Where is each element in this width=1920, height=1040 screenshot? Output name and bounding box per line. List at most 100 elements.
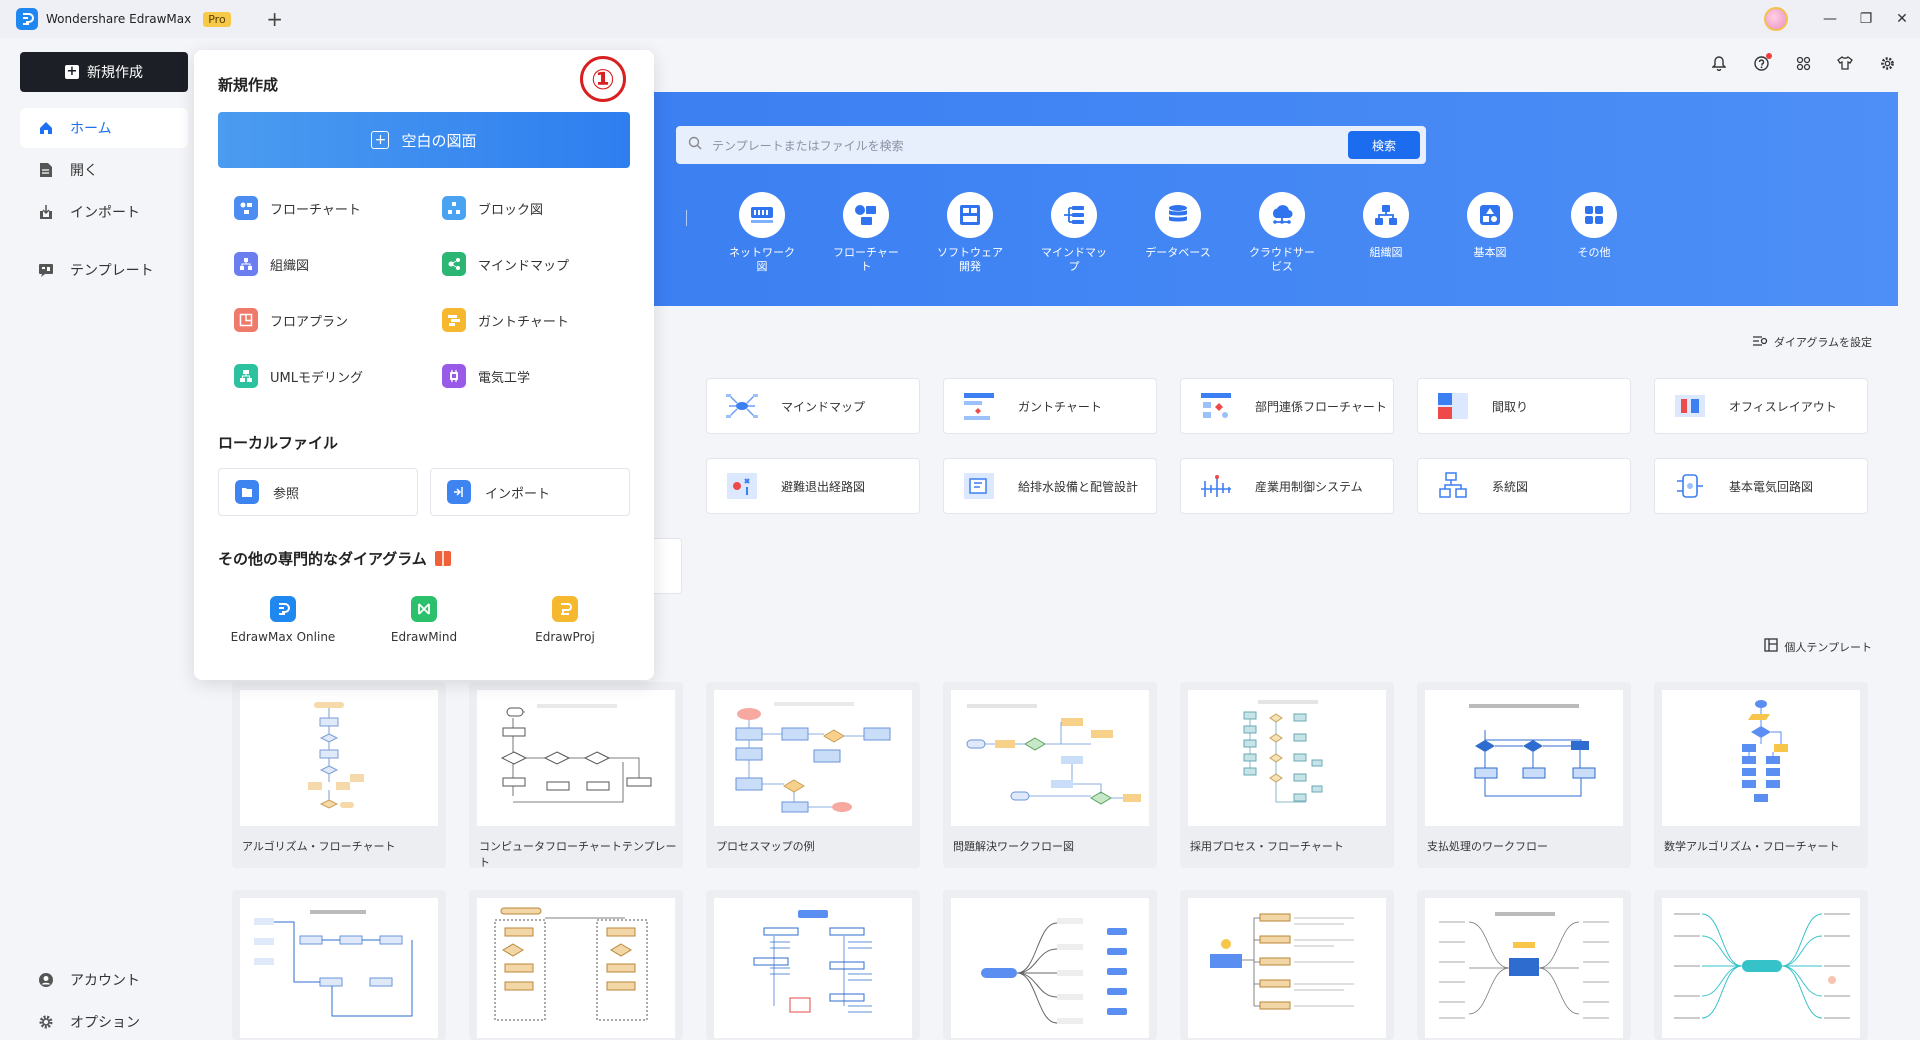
bell-icon[interactable] bbox=[1706, 52, 1732, 74]
title-bar: Wondershare EdrawMax Pro + — ❐ ✕ bbox=[0, 0, 1920, 38]
panel-item-electrical[interactable]: 電気工学 bbox=[442, 364, 530, 388]
template-card[interactable] bbox=[1654, 890, 1868, 1040]
shirt-icon[interactable] bbox=[1832, 52, 1858, 74]
category-database[interactable]: データベース bbox=[1126, 192, 1230, 274]
category-flowchart[interactable]: フローチャート bbox=[814, 192, 918, 274]
panel-item-floor-plan[interactable]: フロアプラン bbox=[234, 308, 348, 332]
help-icon[interactable] bbox=[1748, 52, 1774, 74]
panel-item-org-chart[interactable]: 組織図 bbox=[234, 252, 309, 276]
search-box[interactable]: テンプレートまたはファイルを検索 検索 bbox=[676, 126, 1426, 164]
template-label: コンピュータフローチャートテンプレート bbox=[479, 840, 677, 869]
home-icon bbox=[38, 120, 54, 136]
diagram-card-industrial-control[interactable]: 産業用制御システム bbox=[1180, 458, 1394, 514]
diagram-card-mindmap[interactable]: マインドマップ bbox=[706, 378, 920, 434]
template-card[interactable] bbox=[232, 890, 446, 1040]
product-edrawmind[interactable]: EdrawMind bbox=[369, 596, 479, 644]
template-thumbnail bbox=[240, 898, 438, 1038]
edrawproj-icon bbox=[552, 596, 578, 622]
category-network[interactable]: ネットワーク図 bbox=[710, 192, 814, 274]
diagram-card-label: オフィスレイアウト bbox=[1729, 399, 1837, 414]
category-mindmap[interactable]: マインドマップ bbox=[1022, 192, 1126, 274]
diagram-card-floor-plan[interactable]: 間取り bbox=[1417, 378, 1631, 434]
mindmap-icon bbox=[1051, 192, 1097, 238]
panel-item-gantt[interactable]: ガントチャート bbox=[442, 308, 569, 332]
template-thumbnail bbox=[477, 898, 675, 1038]
import-button[interactable]: インポート bbox=[430, 468, 630, 516]
template-card[interactable] bbox=[1180, 890, 1394, 1040]
block-diagram-icon bbox=[442, 196, 466, 220]
category-other[interactable]: その他 bbox=[1542, 192, 1646, 274]
minimize-button[interactable]: — bbox=[1812, 0, 1848, 38]
category-cloud[interactable]: クラウドサービス bbox=[1230, 192, 1334, 274]
panel-item-flowchart[interactable]: フローチャート bbox=[234, 196, 361, 220]
floor-plan-icon bbox=[234, 308, 258, 332]
diagram-card-label: 産業用制御システム bbox=[1255, 479, 1363, 494]
sidebar-item-templates[interactable]: テンプレート bbox=[20, 250, 188, 290]
hero-divider bbox=[686, 210, 687, 226]
file-icon bbox=[38, 162, 54, 178]
blank-drawing-button[interactable]: + 空白の図面 bbox=[218, 112, 630, 168]
template-card[interactable]: アルゴリズム・フローチャート bbox=[232, 682, 446, 868]
settings-icon[interactable] bbox=[1874, 52, 1900, 74]
template-card[interactable]: 採用プロセス・フローチャート bbox=[1180, 682, 1394, 868]
sidebar: + 新規作成 ホーム 開く インポート テンプレート アカウント オプション bbox=[0, 38, 208, 1040]
template-thumbnail bbox=[714, 690, 912, 826]
diagram-card-plumbing[interactable]: 給排水設備と配管設計 bbox=[943, 458, 1157, 514]
diagram-card-label: 系統図 bbox=[1492, 479, 1529, 494]
template-card[interactable]: プロセスマップの例 bbox=[706, 682, 920, 868]
panel-item-label: 電気工学 bbox=[478, 370, 531, 386]
template-card[interactable] bbox=[469, 890, 683, 1040]
panel-item-uml[interactable]: UMLモデリング bbox=[234, 364, 363, 388]
restore-button[interactable]: ❐ bbox=[1848, 0, 1884, 38]
template-card[interactable]: 数学アルゴリズム・フローチャート bbox=[1654, 682, 1868, 868]
sidebar-item-account[interactable]: アカウント bbox=[20, 960, 188, 1000]
org-chart-icon bbox=[1363, 192, 1409, 238]
browse-button[interactable]: 参照 bbox=[218, 468, 418, 516]
sidebar-item-home[interactable]: ホーム bbox=[20, 108, 188, 148]
template-card[interactable] bbox=[943, 890, 1157, 1040]
panel-item-label: ブロック図 bbox=[478, 202, 544, 218]
sidebar-item-label: アカウント bbox=[70, 973, 140, 989]
cross-functional-thumbnail-icon bbox=[1199, 391, 1233, 421]
category-org[interactable]: 組織図 bbox=[1334, 192, 1438, 274]
diagram-card-office-layout[interactable]: オフィスレイアウト bbox=[1654, 378, 1868, 434]
new-document-button[interactable]: + 新規作成 bbox=[20, 52, 188, 92]
close-button[interactable]: ✕ bbox=[1884, 0, 1920, 38]
category-basic[interactable]: 基本図 bbox=[1438, 192, 1542, 274]
apps-icon[interactable] bbox=[1790, 52, 1816, 74]
product-edrawmax-online[interactable]: EdrawMax Online bbox=[228, 596, 338, 644]
panel-item-block-diagram[interactable]: ブロック図 bbox=[442, 196, 543, 220]
diagram-card-gantt[interactable]: ガントチャート bbox=[943, 378, 1157, 434]
pro-badge: Pro bbox=[203, 11, 231, 27]
new-tab-button[interactable]: + bbox=[265, 7, 285, 31]
sidebar-item-options[interactable]: オプション bbox=[20, 1002, 188, 1040]
electrical-icon bbox=[442, 364, 466, 388]
app-tab[interactable]: Wondershare EdrawMax Pro bbox=[16, 4, 231, 34]
product-edrawproj[interactable]: EdrawProj bbox=[510, 596, 620, 644]
user-avatar[interactable] bbox=[1764, 7, 1788, 31]
top-toolbar bbox=[1706, 52, 1900, 74]
category-software[interactable]: ソフトウェア開発 bbox=[918, 192, 1022, 274]
sidebar-item-import[interactable]: インポート bbox=[20, 192, 188, 232]
basic-shapes-icon bbox=[1467, 192, 1513, 238]
panel-item-mind-map[interactable]: マインドマップ bbox=[442, 252, 569, 276]
template-card[interactable] bbox=[1417, 890, 1631, 1040]
set-diagram-button[interactable]: ダイアグラムを設定 bbox=[1752, 334, 1872, 350]
template-card[interactable]: コンピュータフローチャートテンプレート bbox=[469, 682, 683, 869]
diagram-card-cross-functional[interactable]: 部門連係フローチャート bbox=[1180, 378, 1394, 434]
panel-item-label: フロアプラン bbox=[270, 314, 349, 330]
template-thumbnail bbox=[951, 690, 1149, 826]
import-icon bbox=[38, 204, 54, 220]
personal-templates-button[interactable]: 個人テンプレート bbox=[1764, 638, 1872, 655]
template-card[interactable] bbox=[706, 890, 920, 1040]
template-thumbnail bbox=[1188, 898, 1386, 1038]
template-card[interactable]: 問題解決ワークフロー図 bbox=[943, 682, 1157, 868]
sidebar-item-open[interactable]: 開く bbox=[20, 150, 188, 190]
diagram-card-evacuation[interactable]: 避難退出経路図 bbox=[706, 458, 920, 514]
panel-title: 新規作成 bbox=[218, 76, 279, 94]
search-button[interactable]: 検索 bbox=[1348, 131, 1420, 159]
template-card[interactable]: 支払処理のワークフロー bbox=[1417, 682, 1631, 868]
template-thumbnail bbox=[1662, 690, 1860, 826]
diagram-card-electric-circuit[interactable]: 基本電気回路図 bbox=[1654, 458, 1868, 514]
diagram-card-system[interactable]: 系統図 bbox=[1417, 458, 1631, 514]
